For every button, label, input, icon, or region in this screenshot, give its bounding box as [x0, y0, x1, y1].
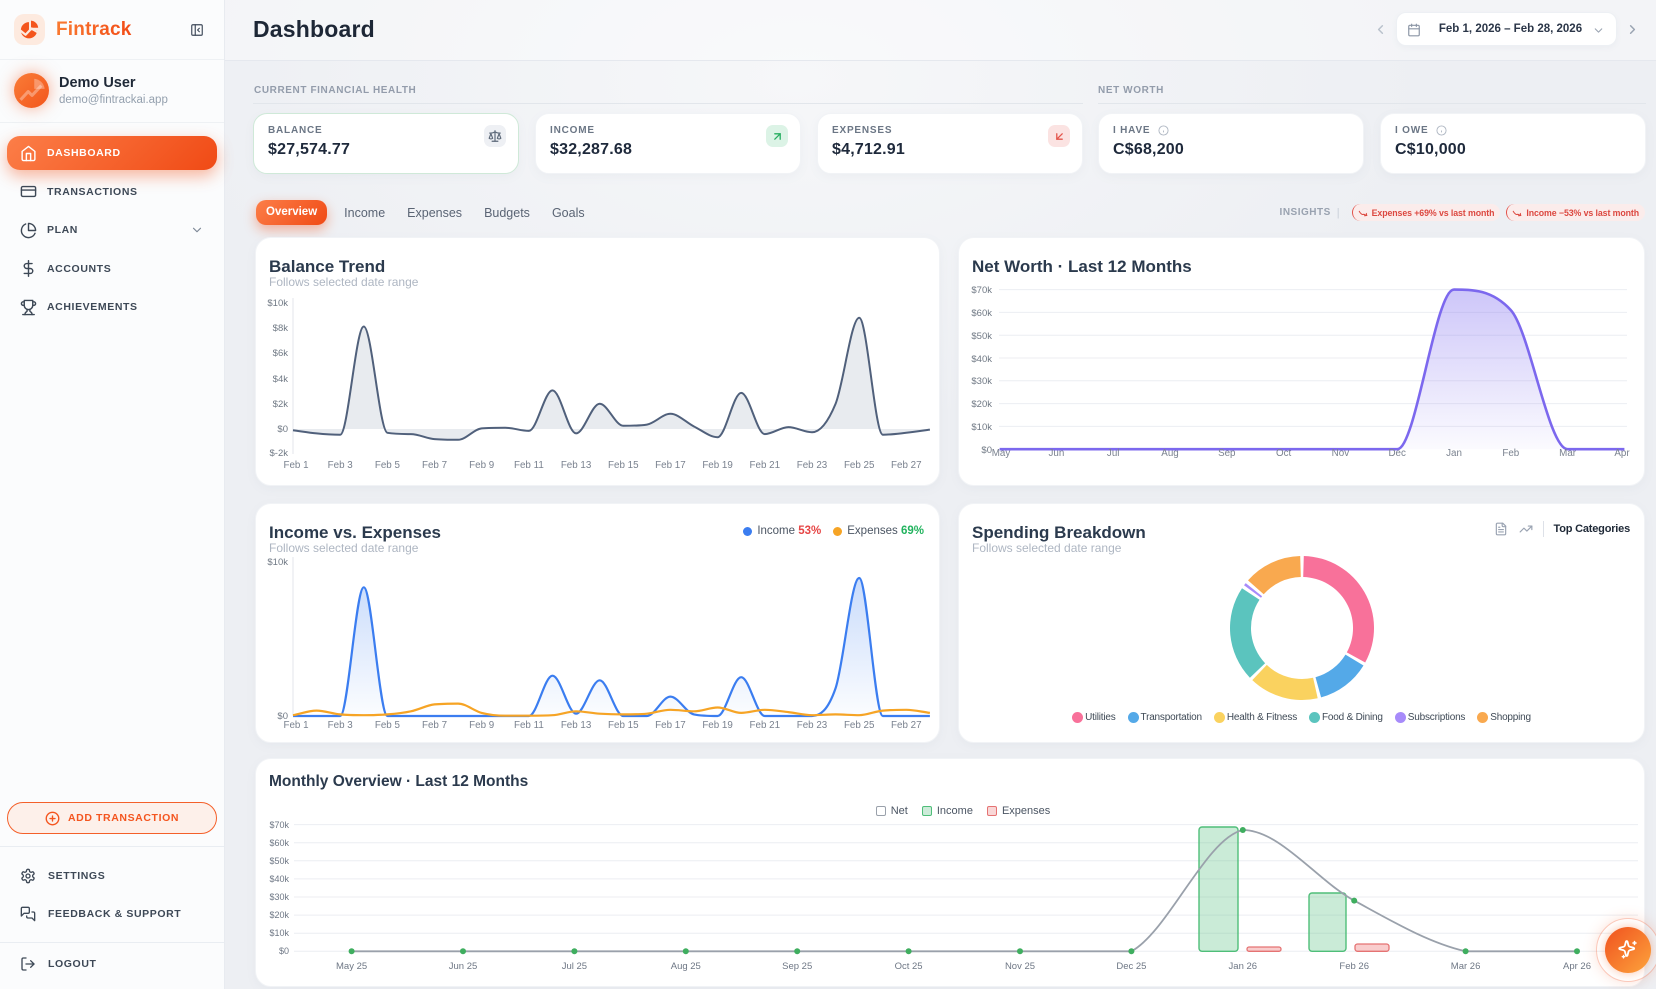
- svg-text:Feb 27: Feb 27: [891, 460, 922, 471]
- svg-text:Jan 26: Jan 26: [1229, 961, 1258, 972]
- svg-text:Feb 23: Feb 23: [797, 460, 828, 471]
- svg-text:$10k: $10k: [971, 422, 992, 433]
- svg-text:$40k: $40k: [971, 354, 992, 365]
- svg-text:Feb 21: Feb 21: [750, 720, 781, 731]
- svg-text:Sep: Sep: [1218, 448, 1236, 459]
- svg-text:Jul 25: Jul 25: [562, 961, 587, 972]
- svg-text:$30k: $30k: [269, 892, 289, 902]
- svg-text:$0: $0: [981, 445, 992, 456]
- svg-text:Feb 17: Feb 17: [655, 720, 686, 731]
- svg-text:Oct 25: Oct 25: [895, 961, 923, 972]
- svg-text:Feb 5: Feb 5: [375, 720, 401, 731]
- svg-text:$0: $0: [277, 424, 288, 435]
- svg-text:Feb: Feb: [1502, 448, 1519, 459]
- svg-text:Dec 25: Dec 25: [1116, 961, 1146, 972]
- svg-text:Oct: Oct: [1276, 448, 1292, 459]
- svg-text:$20k: $20k: [971, 399, 992, 410]
- svg-text:Apr: Apr: [1614, 448, 1630, 459]
- svg-text:Sep 25: Sep 25: [782, 961, 812, 972]
- svg-text:Feb 13: Feb 13: [561, 720, 592, 731]
- svg-text:$6k: $6k: [273, 348, 289, 359]
- svg-text:$60k: $60k: [971, 308, 992, 319]
- svg-text:$70k: $70k: [971, 285, 992, 296]
- svg-text:$10k: $10k: [269, 928, 289, 938]
- svg-text:$30k: $30k: [971, 376, 992, 387]
- svg-text:Feb 15: Feb 15: [608, 720, 639, 731]
- svg-text:Jul: Jul: [1107, 448, 1120, 459]
- svg-text:$4k: $4k: [273, 374, 289, 385]
- svg-text:Feb 13: Feb 13: [561, 460, 592, 471]
- svg-text:$-2k: $-2k: [270, 448, 289, 459]
- svg-text:Feb 7: Feb 7: [422, 720, 447, 731]
- svg-text:Aug: Aug: [1161, 448, 1178, 459]
- svg-text:Feb 1: Feb 1: [283, 720, 308, 731]
- svg-text:Aug 25: Aug 25: [671, 961, 701, 972]
- svg-text:Feb 5: Feb 5: [375, 460, 401, 471]
- svg-text:Jan: Jan: [1446, 448, 1462, 459]
- svg-text:Mar: Mar: [1559, 448, 1577, 459]
- svg-text:$50k: $50k: [971, 331, 992, 342]
- svg-text:Dec: Dec: [1388, 448, 1406, 459]
- svg-text:Nov 25: Nov 25: [1005, 961, 1035, 972]
- svg-text:Jun: Jun: [1049, 448, 1065, 459]
- svg-text:Feb 17: Feb 17: [655, 460, 686, 471]
- svg-text:Feb 19: Feb 19: [702, 460, 733, 471]
- svg-text:May 25: May 25: [336, 961, 367, 972]
- svg-text:Feb 25: Feb 25: [844, 720, 875, 731]
- svg-text:$2k: $2k: [273, 399, 289, 410]
- svg-text:Feb 9: Feb 9: [469, 720, 494, 731]
- svg-text:Feb 7: Feb 7: [422, 460, 447, 471]
- svg-text:Feb 25: Feb 25: [844, 460, 875, 471]
- svg-text:Feb 11: Feb 11: [514, 720, 544, 731]
- svg-text:$10k: $10k: [267, 298, 288, 309]
- svg-text:$0: $0: [279, 946, 289, 956]
- svg-text:$60k: $60k: [269, 838, 289, 848]
- svg-text:Feb 9: Feb 9: [469, 460, 494, 471]
- svg-text:$8k: $8k: [273, 323, 289, 334]
- svg-text:Feb 23: Feb 23: [797, 720, 828, 731]
- svg-text:$50k: $50k: [269, 856, 289, 866]
- svg-text:Feb 3: Feb 3: [328, 720, 354, 731]
- svg-text:Feb 21: Feb 21: [750, 460, 781, 471]
- svg-text:Feb 11: Feb 11: [514, 460, 544, 471]
- svg-text:Feb 3: Feb 3: [328, 460, 354, 471]
- svg-text:May: May: [992, 448, 1011, 459]
- svg-text:$40k: $40k: [269, 874, 289, 884]
- svg-text:Apr 26: Apr 26: [1563, 961, 1591, 972]
- svg-text:Feb 15: Feb 15: [608, 460, 639, 471]
- svg-text:Feb 27: Feb 27: [891, 720, 922, 731]
- svg-text:$10k: $10k: [267, 557, 288, 568]
- svg-text:Feb 1: Feb 1: [283, 460, 308, 471]
- svg-text:Jun 25: Jun 25: [449, 961, 478, 972]
- svg-text:Nov: Nov: [1332, 448, 1350, 459]
- svg-text:Feb 26: Feb 26: [1339, 961, 1369, 972]
- svg-text:$70k: $70k: [269, 820, 289, 830]
- svg-text:Mar 26: Mar 26: [1451, 961, 1481, 972]
- svg-text:Feb 19: Feb 19: [702, 720, 733, 731]
- svg-text:$20k: $20k: [269, 910, 289, 920]
